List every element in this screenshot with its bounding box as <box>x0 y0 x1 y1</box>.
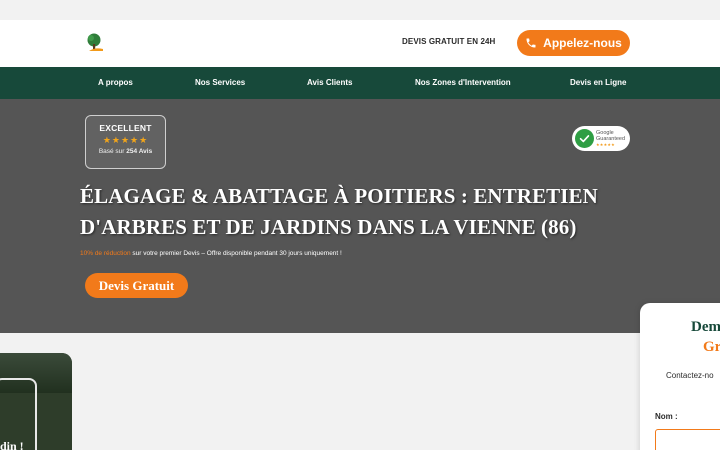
review-count: Basé sur 254 Avis <box>98 148 153 155</box>
top-strip <box>0 0 720 20</box>
tree-icon[interactable] <box>84 32 106 54</box>
devis-gratuit-button[interactable]: Devis Gratuit <box>85 273 188 298</box>
star-rating-icon: ★★★★★ <box>102 135 149 145</box>
promo-text: 10% de réduction sur votre premier Devis… <box>80 250 342 257</box>
hero-section: EXCELLENT ★★★★★ Basé sur 254 Avis Google… <box>0 99 720 333</box>
nav-item-zones[interactable]: Nos Zones d'Intervention <box>415 67 511 99</box>
nav-item-devis-en-ligne[interactable]: Devis en Ligne <box>570 67 626 99</box>
nav-item-avis-clients[interactable]: Avis Clients <box>307 67 353 99</box>
name-label: Nom : <box>655 412 678 421</box>
hero-title: ÉLAGAGE & ABATTAGE À POITIERS : ENTRETIE… <box>80 184 598 239</box>
header-tagline: DEVIS GRATUIT EN 24H <box>402 37 496 46</box>
form-title-line1: Dem <box>691 319 720 335</box>
google-guaranteed-text: Google Guaranteed ★★★★★ <box>596 130 626 147</box>
phone-icon <box>526 38 536 48</box>
google-guaranteed-badge: Google Guaranteed ★★★★★ <box>572 126 630 151</box>
nav-item-services[interactable]: Nos Services <box>195 67 245 99</box>
form-title-line2: Gr <box>703 339 720 355</box>
site-header: DEVIS GRATUIT EN 24H Appelez-nous <box>0 20 720 67</box>
call-button[interactable]: Appelez-nous <box>517 30 630 56</box>
photo-caption: din ! <box>0 439 24 450</box>
garden-photo: din ! <box>0 353 72 450</box>
lower-section <box>0 333 720 450</box>
page: DEVIS GRATUIT EN 24H Appelez-nous A prop… <box>0 0 720 450</box>
quote-form-card: Dem Gr Contactez-no Nom : <box>640 303 720 450</box>
review-badge-title: EXCELLENT <box>99 123 152 133</box>
call-button-label: Appelez-nous <box>543 36 622 50</box>
nav-item-a-propos[interactable]: A propos <box>98 67 133 99</box>
check-icon <box>575 129 594 148</box>
form-subtitle: Contactez-no <box>666 371 714 380</box>
review-badge[interactable]: EXCELLENT ★★★★★ Basé sur 254 Avis <box>85 115 166 169</box>
name-input[interactable] <box>655 429 720 450</box>
main-nav: A propos Nos Services Avis Clients Nos Z… <box>0 67 720 99</box>
